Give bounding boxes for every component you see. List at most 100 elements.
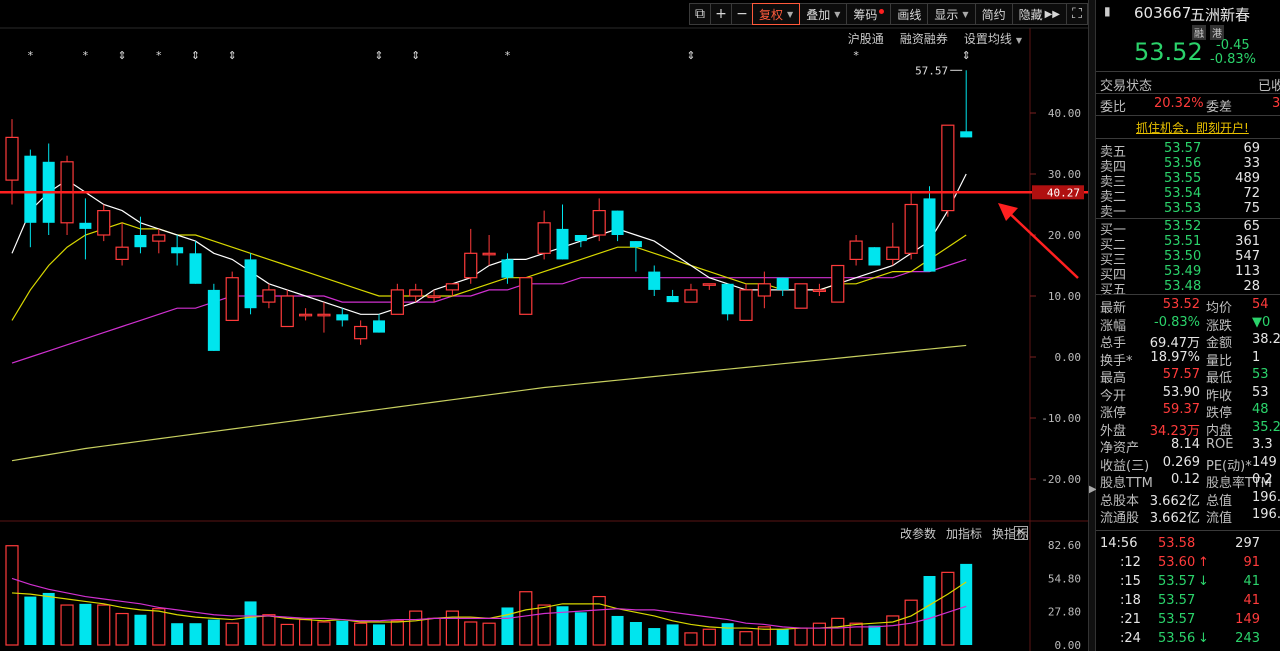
ma-settings-link[interactable]: 设置均线 ▼ (964, 30, 1022, 47)
event-marker: ⇕ (374, 49, 383, 62)
fuquan-button[interactable]: 复权 ▼ (752, 3, 801, 25)
candle-body (739, 289, 753, 321)
arrow-down-icon: ↓ (1198, 631, 1209, 646)
hk-connect-link[interactable]: 沪股通 (848, 30, 884, 47)
zoom-in-icon[interactable]: + (710, 3, 733, 25)
volume-bar (629, 621, 642, 645)
chevron-down-icon: ▼ (834, 9, 841, 19)
candle-body (886, 246, 900, 260)
candle-body (574, 235, 587, 242)
ask-volume: 33 (1243, 156, 1260, 171)
trade-status-label: 交易状态 (1100, 79, 1153, 94)
edit-params-link[interactable]: 改参数 (900, 525, 936, 542)
tick-price: 53.60 (1158, 555, 1196, 570)
volume-bar (336, 620, 349, 645)
volume-bar (262, 614, 276, 646)
trade-status-row: 交易状态 已收 (1096, 75, 1280, 94)
display-label: 显示 (934, 7, 959, 22)
zoom-out-icon[interactable]: − (731, 3, 754, 25)
candle-body (299, 313, 313, 317)
chips-button[interactable]: 筹码 (846, 3, 892, 25)
volume-bar (280, 623, 294, 646)
menu-icon[interactable]: ▮ (1104, 4, 1111, 18)
stat-label: 最低 (1206, 371, 1233, 386)
weicha-label: 委差 (1206, 100, 1233, 115)
stat-value: 0.2 (1252, 472, 1273, 487)
stat-label: 外盘 (1100, 423, 1127, 439)
volume-bar (648, 628, 661, 645)
collapse-arrow-icon[interactable]: ▶ (1089, 484, 1097, 495)
candle-body (79, 222, 92, 229)
candle-body (409, 289, 423, 297)
close-icon[interactable]: ✕ (1014, 526, 1028, 540)
fullscreen-icon[interactable]: ⛶ (1066, 3, 1088, 25)
candle-body (482, 252, 496, 256)
event-marker: ⇕ (191, 49, 200, 62)
stat-value: 53.90 (1162, 384, 1200, 400)
add-indicator-link[interactable]: 加指标 (946, 525, 982, 542)
overlay-button[interactable]: 叠加 ▼ (799, 3, 848, 25)
volume-bar (390, 620, 404, 646)
candle-body (501, 259, 514, 278)
sub-links: 沪股通 融资融券 设置均线 ▼ (848, 30, 1022, 47)
candle-body (225, 277, 239, 322)
display-button[interactable]: 显示 ▼ (927, 3, 976, 25)
stat-value: 57.57 (1162, 367, 1200, 382)
stat-label: 总股本 (1100, 493, 1140, 509)
volume-bar (207, 619, 220, 645)
ma20-line (11, 258, 967, 364)
hide-button[interactable]: 隐藏 ▶▶ (1011, 3, 1067, 25)
simple-button[interactable]: 简约 (974, 3, 1013, 25)
candle-body (115, 246, 129, 260)
stat-value: 53 (1252, 367, 1269, 382)
volume-bar (831, 617, 845, 646)
volume-axis-label: 0.00 (1055, 639, 1082, 651)
stat-label: 换手* (1100, 353, 1133, 369)
margin-link[interactable]: 融资融券 (900, 30, 948, 47)
draw-line-button[interactable]: 画线 (890, 3, 929, 25)
event-marker: * (156, 49, 162, 62)
volume-bar (666, 624, 679, 645)
volume-axis-label: 82.60 (1048, 539, 1081, 552)
divider (1096, 530, 1280, 531)
volume-bar (812, 622, 827, 646)
open-account-promo[interactable]: 抓住机会，即刻开户! (1136, 119, 1249, 136)
current-price-tag-label: 40.27 (1047, 186, 1080, 199)
kline-panel[interactable]: 40.00 30.00 20.00 10.00 0.00 -10.00 -20.00 82.6… (0, 0, 1088, 651)
copy-icon[interactable]: ⧉ (689, 3, 712, 25)
stat-row: 净资产 8.14 ROE 3.3 (1096, 437, 1280, 456)
tick-volume: 91 (1243, 555, 1260, 570)
candle-body (207, 289, 220, 351)
overlay-label: 叠加 (806, 7, 831, 22)
volume-bar (482, 622, 496, 646)
event-marker: ⇕ (962, 49, 971, 62)
tick-volume: 297 (1235, 536, 1260, 551)
kline-chart[interactable]: 40.00 30.00 20.00 10.00 0.00 -10.00 -20.00 82.6… (0, 0, 1088, 651)
volume-bar (684, 632, 698, 646)
chevron-down-icon: ▼ (787, 9, 794, 19)
stat-value: 59.37 (1162, 402, 1200, 417)
volume-bar (373, 624, 385, 645)
candle-body (427, 295, 441, 299)
stat-value: 69.47万 (1149, 336, 1200, 351)
last-price: 53.52 (1134, 38, 1203, 66)
stock-name: 五洲新春 (1190, 6, 1251, 24)
bid-level-label: 买五 (1100, 283, 1127, 298)
stat-row: 收益(三) 0.269 PE(动)* 149 (1096, 455, 1280, 474)
volume-bar (702, 628, 716, 646)
panel-splitter[interactable]: ▶ (1088, 0, 1097, 651)
stat-label: 流值 (1206, 511, 1233, 526)
candle-body (262, 289, 276, 303)
tick-row: :21 53.57 149 (1096, 612, 1280, 630)
bid-price: 53.52 (1164, 219, 1202, 234)
stat-label: 净资产 (1100, 441, 1140, 456)
candle-body (373, 320, 385, 333)
ask-price: 53.53 (1164, 201, 1202, 216)
event-marker: * (853, 49, 859, 62)
bid-volume: 547 (1235, 249, 1260, 264)
stat-row: 外盘 34.23万 内盘 35.2 (1096, 420, 1280, 439)
tick-volume: 243 (1235, 631, 1260, 646)
stat-label: 今开 (1100, 388, 1127, 404)
tick-time: :24 (1120, 631, 1141, 646)
tick-row: :24 53.56 ↓ 243 (1096, 631, 1280, 649)
